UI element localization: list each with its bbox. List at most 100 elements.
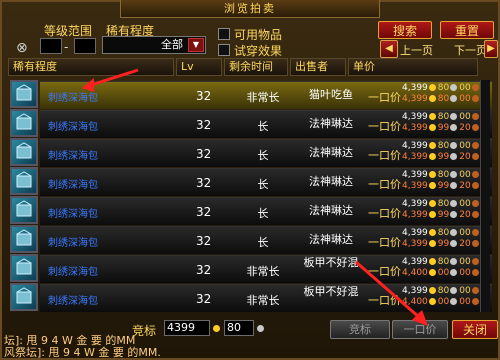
silver-coin-icon [450, 182, 458, 189]
price-copper: 00 [459, 268, 471, 278]
copper-coin-icon [471, 287, 479, 294]
bag-item-icon[interactable] [10, 80, 38, 108]
bag-item-icon[interactable] [10, 254, 38, 282]
clear-name-icon[interactable]: ⊗ [16, 40, 28, 56]
chat-log: 坛]: 甩 9 4 W 金 要 的MM 风祭坛]: 甩 9 4 W 金 要 的M… [4, 335, 161, 359]
bag-item-icon[interactable] [10, 283, 38, 311]
bag-item-icon[interactable] [10, 167, 38, 195]
prev-page-label[interactable]: 上一页 [400, 42, 433, 58]
gold-coin-icon [428, 182, 436, 189]
item-seller: 法神琳达 [309, 146, 353, 159]
next-page-label[interactable]: 下一页 [454, 42, 487, 58]
item-time-left: 长 [257, 178, 269, 191]
price-line: 4,399 99 20 [402, 210, 481, 221]
min-level-input[interactable] [40, 38, 62, 54]
close-button[interactable]: 关闭 [452, 320, 498, 339]
price-copper: 00 [459, 141, 471, 151]
copper-coin-icon [471, 211, 479, 218]
item-name: 刺绣深海包 [48, 151, 98, 162]
search-button[interactable]: 搜索 [378, 21, 432, 39]
price-silver: 80 [437, 141, 450, 151]
item-time-left: 长 [257, 236, 269, 249]
price-copper: 20 [459, 123, 471, 133]
item-level: 32 [196, 147, 212, 161]
gold-coin-icon [428, 240, 436, 247]
price-line: 4,399 99 20 [402, 123, 481, 134]
price-line: 4,399 80 00 [402, 141, 481, 152]
copper-coin-icon [471, 171, 479, 178]
usable-label: 可用物品 [234, 28, 283, 42]
copper-coin-icon [471, 142, 479, 149]
price-line: 4,399 80 00 [402, 112, 481, 123]
item-level: 32 [196, 263, 212, 277]
price-copper: 00 [459, 83, 471, 93]
price-line: 4,399 99 20 [402, 152, 481, 163]
copper-coin-icon [471, 298, 479, 305]
item-seller: 猫叶吃鱼 [309, 88, 353, 101]
silver-coin-icon [450, 258, 458, 265]
price-line: 4,399 99 20 [402, 239, 481, 250]
level-dash: - [64, 40, 69, 54]
item-name: 刺绣深海包 [48, 267, 98, 278]
gold-coin-icon [428, 229, 436, 236]
price-silver: 00 [437, 268, 450, 278]
bag-item-icon[interactable] [10, 225, 38, 253]
gold-coin-icon [428, 84, 436, 91]
price-copper: 00 [459, 228, 471, 238]
item-name: 刺绣深海包 [48, 238, 98, 249]
price-silver: 99 [437, 181, 450, 191]
price-line: 4,399 99 20 [402, 181, 481, 192]
gold-coin-icon [428, 95, 436, 102]
silver-coin-icon [450, 298, 458, 305]
item-level: 32 [196, 176, 212, 190]
copper-coin-icon [471, 200, 479, 207]
silver-coin-icon [450, 269, 458, 276]
col-unit-price[interactable]: 单价 [348, 58, 478, 76]
silver-coin-icon [450, 113, 458, 120]
prev-page-icon[interactable]: ◀ [380, 40, 398, 58]
col-seller[interactable]: 出售者 [290, 58, 346, 76]
preview-label: 试穿效果 [234, 44, 283, 58]
price-silver: 80 [437, 94, 450, 104]
price-gold: 4,399 [402, 94, 428, 104]
bag-item-icon[interactable] [10, 109, 38, 137]
item-seller: 法神琳达 [309, 117, 353, 130]
price-silver: 80 [437, 112, 450, 122]
price-copper: 20 [459, 210, 471, 220]
item-buyout-label: 一口价 [368, 149, 401, 162]
item-time-left: 长 [257, 207, 269, 220]
rarity-dropdown[interactable]: 全部 ▼ [102, 36, 206, 54]
col-level[interactable]: Lv [176, 58, 222, 76]
bid-gold-input[interactable]: 4399 [164, 320, 210, 336]
item-prices: 4,399 80 00 4,399 99 20 [402, 170, 481, 192]
price-copper: 00 [459, 297, 471, 307]
price-copper: 00 [459, 112, 471, 122]
bid-silver-input[interactable]: 80 [224, 320, 254, 336]
price-gold: 4,399 [402, 141, 428, 151]
max-level-input[interactable] [74, 38, 96, 54]
item-prices: 4,399 80 00 4,399 99 20 [402, 112, 481, 134]
price-copper: 20 [459, 152, 471, 162]
price-gold: 4,399 [402, 152, 428, 162]
bid-gold-value: 4399 [167, 321, 195, 334]
col-time-left[interactable]: 剩余时间 [224, 58, 288, 76]
bag-item-icon[interactable] [10, 138, 38, 166]
list-scrollbar[interactable] [480, 80, 490, 312]
silver-coin-icon [450, 211, 458, 218]
item-time-left: 非常长 [246, 91, 280, 104]
price-gold: 4,399 [402, 123, 428, 133]
preview-checkbox[interactable] [218, 44, 230, 56]
next-page-icon[interactable]: ▶ [484, 40, 498, 58]
price-line: 4,399 80 00 [402, 228, 481, 239]
reset-button[interactable]: 重置 [440, 21, 494, 39]
price-silver: 80 [437, 257, 450, 267]
usable-checkbox[interactable] [218, 28, 230, 40]
bag-item-icon[interactable] [10, 196, 38, 224]
item-prices: 4,399 80 00 4,399 99 20 [402, 199, 481, 221]
price-silver: 99 [437, 210, 450, 220]
item-buyout-label: 一口价 [368, 207, 401, 220]
price-line: 4,399 80 00 [402, 170, 481, 181]
price-gold: 4,399 [402, 199, 428, 209]
item-time-left: 长 [257, 149, 269, 162]
chevron-down-icon[interactable]: ▼ [188, 38, 204, 52]
